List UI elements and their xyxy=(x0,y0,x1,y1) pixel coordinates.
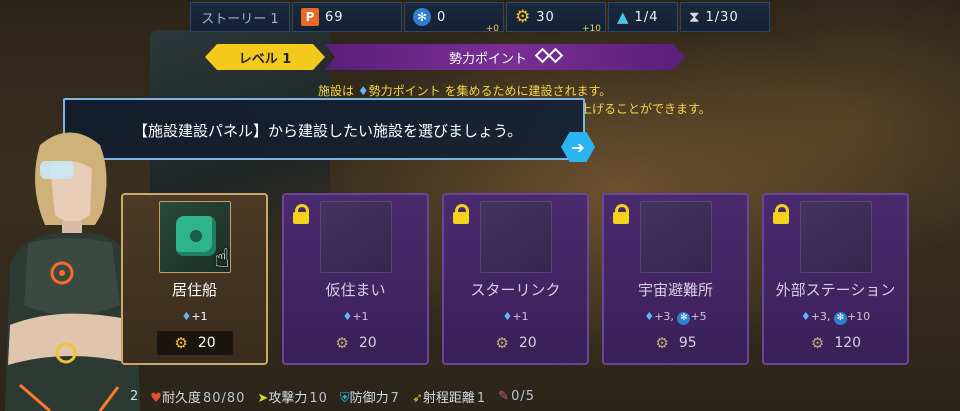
turn-counter: ⧗ 1/30 xyxy=(680,2,770,32)
facility-reward: ♦+1 xyxy=(181,310,208,323)
facility-reward: ♦+3, ✻ +5 xyxy=(644,310,707,325)
story-label: ストーリー 1 xyxy=(201,11,279,27)
facility-name: スターリンク xyxy=(470,281,561,299)
facility-name: 外部ステーション xyxy=(775,281,896,299)
ship-value: 1/4 xyxy=(634,9,659,25)
attack-icon: ➤ xyxy=(257,390,269,406)
gear-icon: ⚙ xyxy=(174,334,188,352)
facility-reward: ♦+3, ✻ +10 xyxy=(800,310,871,325)
info-line2: 上げることができます。 xyxy=(580,102,711,116)
crystal-icon: ✻ xyxy=(413,8,431,26)
power-diamond-icon: ♦ xyxy=(342,310,353,323)
resource-bar: ストーリー 1 P 69 ✻ 0 +0 ⚙ 30 +10 ▲ 1/4 ⧗ 1/3… xyxy=(190,2,770,34)
crystal-icon: ✻ xyxy=(833,311,847,325)
lock-icon xyxy=(770,203,792,225)
facility-reward: ♦+1 xyxy=(502,310,529,323)
facility-reward: ♦+1 xyxy=(342,310,369,323)
power-diamond-icon: ♦ xyxy=(357,84,369,98)
temporary-housing-image xyxy=(320,201,392,273)
level-tab[interactable]: レベル 1 xyxy=(205,44,325,70)
gear-icon: ⚙ xyxy=(335,334,349,352)
durability-stat: ♥耐久度 80/80 xyxy=(150,390,246,406)
facility-card-space-shelter[interactable]: 宇宙避難所 ♦+3, ✻ +5 ⚙ 95 xyxy=(602,193,749,365)
rocket-icon: ▲ xyxy=(617,8,629,26)
crystal-income: +0 xyxy=(485,24,499,34)
lock-icon xyxy=(450,203,472,225)
gear-resource: ⚙ 30 +10 xyxy=(506,2,606,34)
lock-icon xyxy=(610,203,632,225)
slots-stat: ✎ 0/5 xyxy=(498,388,535,404)
pointer-hand-icon: ☝ xyxy=(214,244,230,274)
ship-stats-bar: 2 ♥耐久度 80/80 ➤攻撃力 10 ⛨防御力 7 ➶射程距離 1 ✎ 0/5 xyxy=(130,384,630,408)
crystal-icon: ✻ xyxy=(677,311,691,325)
turn-value: 1/30 xyxy=(705,9,739,25)
info-line1-pre: 施設は xyxy=(318,84,355,98)
range-stat: ➶射程距離 1 xyxy=(411,390,487,406)
arrow-right-icon: ➔ xyxy=(571,137,585,157)
attack-stat: ➤攻撃力 10 xyxy=(257,390,328,406)
power-points-tab[interactable]: 勢力ポイント xyxy=(325,44,685,70)
facility-name: 宇宙避難所 xyxy=(637,281,713,299)
facility-name: 仮住まい xyxy=(325,281,386,299)
shield-icon: ⛨ xyxy=(339,390,350,406)
power-diamond-icon: ♦ xyxy=(502,310,513,323)
gear-value: 30 xyxy=(536,9,555,25)
facility-cost: ⚙ 120 xyxy=(810,334,862,352)
outer-station-image xyxy=(800,201,872,273)
gear-icon: ⚙ xyxy=(810,334,825,352)
stat-level: 2 xyxy=(130,388,139,404)
ship-count: ▲ 1/4 xyxy=(608,2,678,32)
starlink-image xyxy=(480,201,552,273)
power-diamond-icon: ♦ xyxy=(181,310,192,323)
gear-icon: ⚙ xyxy=(655,334,669,352)
lock-icon xyxy=(290,203,312,225)
facility-card-habitat-ship[interactable]: 居住船 ♦+1 ⚙ 20 xyxy=(121,193,268,365)
facility-cost: ⚙ 20 xyxy=(335,334,377,352)
power-diamond-icon: ♦ xyxy=(644,310,655,323)
crystal-value: 0 xyxy=(437,9,447,25)
facility-cost: ⚙ 20 xyxy=(495,334,537,352)
points-value: 69 xyxy=(325,9,344,25)
facility-cost: ⚙ 95 xyxy=(655,334,697,352)
diamond-icon xyxy=(534,47,564,65)
facility-card-outer-station[interactable]: 外部ステーション ♦+3, ✻ +10 ⚙ 120 xyxy=(762,193,909,365)
dialog-text: 【施設建設パネル】から建設したい施設を選びましょう。 xyxy=(133,122,523,140)
crystal-resource: ✻ 0 +0 xyxy=(404,2,504,34)
story-indicator: ストーリー 1 xyxy=(190,2,290,32)
space-shelter-image xyxy=(640,201,712,273)
slots-icon: ✎ xyxy=(498,388,510,404)
range-icon: ➶ xyxy=(411,390,423,406)
hourglass-icon: ⧗ xyxy=(689,8,700,26)
power-label: 勢力ポイント xyxy=(448,51,527,67)
info-line1-mid: 勢力ポイント xyxy=(368,84,441,98)
level-label: レベル 1 xyxy=(238,51,292,67)
info-line1-post: を集めるために建設されます。 xyxy=(444,84,612,98)
facility-name: 居住船 xyxy=(171,281,217,299)
defense-stat: ⛨防御力 7 xyxy=(339,390,400,406)
power-diamond-icon: ♦ xyxy=(800,310,811,323)
gear-icon: ⚙ xyxy=(515,7,531,27)
shield-heart-icon: ♥ xyxy=(150,390,162,406)
facility-card-temporary-housing[interactable]: 仮住まい ♦+1 ⚙ 20 xyxy=(282,193,429,365)
points-icon: P xyxy=(301,8,319,26)
facility-card-starlink[interactable]: スターリンク ♦+1 ⚙ 20 xyxy=(442,193,589,365)
gear-icon: ⚙ xyxy=(495,334,509,352)
facility-cost: ⚙ 20 xyxy=(157,331,233,355)
gear-income: +10 xyxy=(582,24,601,34)
points-resource: P 69 xyxy=(292,2,402,32)
